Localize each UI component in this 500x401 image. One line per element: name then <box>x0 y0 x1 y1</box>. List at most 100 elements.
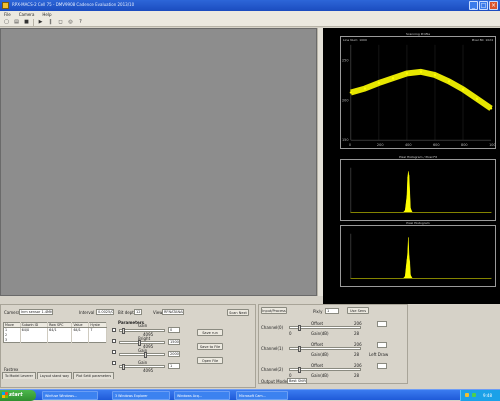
tab-layout-stand[interactable]: Layout stand way <box>36 372 73 379</box>
menu-camera[interactable]: Camera <box>19 12 35 17</box>
bottom-tabs: To Model Leverer Layout stand way Plot S… <box>0 372 260 379</box>
channel-0-field[interactable] <box>377 321 387 327</box>
interval-field[interactable]: 0.0025/0 <box>96 309 114 315</box>
channel-2-field[interactable] <box>377 363 387 369</box>
input-process-button[interactable]: Input/Process <box>261 307 287 314</box>
param-checkbox-0[interactable] <box>112 328 116 332</box>
param-field-1[interactable]: 1500 <box>168 339 180 345</box>
channel-0-gain-label: Gain(dB) <box>311 331 329 336</box>
profile-data-point <box>475 97 479 101</box>
histogram-data-point <box>490 277 492 279</box>
save-run-button[interactable]: Save run <box>197 329 223 336</box>
roi-table[interactable]: Move Subwin ID Row SPC Value Hyste 1 64/… <box>3 322 107 343</box>
profile-data-point <box>363 87 367 90</box>
histogram-data-point <box>408 255 410 257</box>
stop-icon[interactable]: ◻ <box>57 19 64 26</box>
channel-1-offset-slider[interactable] <box>289 346 361 352</box>
channel-1-extra: Left Draw <box>369 352 389 357</box>
network-icon[interactable] <box>472 393 476 397</box>
menu-file[interactable]: File <box>4 12 11 17</box>
param-slider-0[interactable] <box>119 328 165 334</box>
windows-logo-icon <box>2 392 8 398</box>
channel-2-gain-label: Gain(dB) <box>311 373 329 378</box>
image-viewer[interactable] <box>0 28 317 296</box>
param-field-2[interactable]: 2000 <box>168 351 180 357</box>
param-slider-3[interactable] <box>119 364 165 370</box>
new-file-icon[interactable]: ▢ <box>3 19 10 26</box>
table-cell: 3 <box>3 337 21 343</box>
histogram-data-point <box>407 171 409 173</box>
pause-icon[interactable]: ‖ <box>47 19 54 26</box>
histogram-data-point <box>409 261 411 263</box>
histogram-data-point <box>407 237 409 239</box>
param-checkbox-2[interactable] <box>112 350 116 354</box>
bit-depth-field[interactable]: 12 <box>134 309 142 315</box>
taskbar-item-3[interactable]: Microsoft Cam... <box>236 391 288 400</box>
scan-next-button[interactable]: Scan Next <box>227 309 249 316</box>
histogram-data-point <box>350 211 352 213</box>
profile-data-point <box>461 88 465 91</box>
help-icon[interactable]: ? <box>77 19 84 26</box>
close-button[interactable]: × <box>489 1 498 10</box>
param-slider-2[interactable] <box>119 352 165 358</box>
histogram-data-point <box>490 211 492 213</box>
histogram-data-point <box>406 259 408 261</box>
profile-data-point <box>489 107 493 110</box>
profile-plot-svg: 150 200 250 0 200 400 600 800 1000 <box>342 44 495 147</box>
play-icon[interactable]: ▶ <box>37 19 44 26</box>
save-icon[interactable]: ■ <box>23 19 30 26</box>
channel-0-offset-slider[interactable] <box>289 325 361 331</box>
y-tick-label: 250 <box>342 59 349 63</box>
table-cell <box>47 337 73 343</box>
x-tick-label: 1000 <box>489 143 495 147</box>
maximize-button[interactable]: □ <box>479 1 488 10</box>
channel-2-offset-slider[interactable] <box>289 367 361 373</box>
param-slider-1[interactable] <box>119 340 165 346</box>
histogram-fit-plot: Pixel Histogram / Pixel Fit <box>340 155 496 221</box>
volume-icon[interactable] <box>465 393 469 397</box>
minimize-button[interactable]: _ <box>469 1 478 10</box>
histogram-area <box>350 237 492 279</box>
save-to-file-button[interactable]: Save to File <box>197 343 223 350</box>
app-icon <box>2 2 9 9</box>
profile-data-point <box>405 72 409 75</box>
camera-select[interactable]: Inm sensor 1.4Mtt <box>19 309 53 315</box>
table-row[interactable]: 3 <box>3 337 107 343</box>
taskbar-item-1[interactable]: 3 Windows Explorer <box>112 391 170 400</box>
channel-1-field[interactable] <box>377 342 387 348</box>
channel-1-label: Channel(1) <box>261 346 284 351</box>
profile-plot: Scanning Profile Line Num: 1000 Pixel 80… <box>340 32 496 149</box>
histogram-data-point <box>407 177 409 179</box>
taskbar-item-0[interactable]: Winfuse Windows... <box>42 391 98 400</box>
menu-help[interactable]: Help <box>42 12 51 17</box>
profile-data-point <box>391 77 395 80</box>
profile-series-line <box>350 68 493 111</box>
tab-plot-settings[interactable]: Plot Setti parameters <box>73 372 115 379</box>
table-cell <box>88 337 107 343</box>
use-sens-button[interactable]: Use Sens <box>347 307 369 314</box>
param-field-3[interactable]: 1 <box>168 363 180 369</box>
histogram-data-point <box>411 277 413 279</box>
taskbar-item-2[interactable]: Windows Acq... <box>174 391 230 400</box>
param-checkbox-3[interactable] <box>112 361 116 365</box>
table-cell <box>71 337 90 343</box>
tab-model-leverer[interactable]: To Model Leverer <box>2 372 36 379</box>
view-field[interactable]: RFNATANAL <box>162 309 184 315</box>
channel-0-label: Channel(0) <box>261 325 284 330</box>
param-checkbox-1[interactable] <box>112 339 116 343</box>
open-file-button[interactable]: Open File <box>197 357 223 364</box>
start-label: start <box>9 392 23 398</box>
analog-control-panel: Input/Process Pix/y 1 Use Sens Channel(0… <box>258 304 408 384</box>
profile-plot-title: Scanning Profile <box>405 32 431 36</box>
output-mode-field[interactable]: Best Shift <box>287 378 307 384</box>
channel-1-gain-value: 28 <box>354 352 360 357</box>
histogram-data-point <box>410 274 411 276</box>
histogram-data-point <box>409 191 411 193</box>
start-button[interactable]: start <box>0 390 36 401</box>
histogram-data-point <box>407 253 409 255</box>
param-field-0[interactable]: 0 <box>168 327 180 333</box>
pixel-field[interactable]: 1 <box>325 308 339 314</box>
histogram-fit-title: Pixel Histogram / Pixel Fit <box>399 155 437 159</box>
open-folder-icon[interactable]: ▤ <box>13 19 20 26</box>
zoom-icon[interactable]: ◎ <box>67 19 74 26</box>
